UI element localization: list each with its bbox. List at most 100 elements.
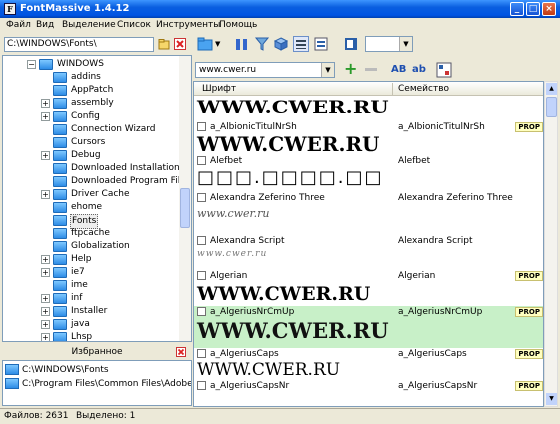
expand-icon[interactable]: +: [41, 112, 50, 121]
tree-scrollbar[interactable]: [179, 56, 191, 341]
preview-text-input[interactable]: www.cwer.ru ▼: [195, 62, 335, 78]
tree-scroll-thumb[interactable]: [180, 188, 190, 228]
menu-selection[interactable]: Выделение: [62, 20, 116, 30]
cube-icon[interactable]: [273, 36, 289, 52]
list-view-icon[interactable]: [293, 36, 309, 52]
font-row-selected[interactable]: a_AlgeriusNrCmUp a_AlgeriusNrCmUp PROP: [194, 306, 543, 318]
folder-icon: [53, 215, 67, 226]
column-family[interactable]: Семейство: [398, 84, 449, 94]
folder-icon: [53, 306, 67, 317]
row-checkbox[interactable]: [197, 271, 206, 280]
uppercase-button[interactable]: AB: [391, 64, 406, 75]
maximize-button[interactable]: □: [526, 2, 540, 16]
clear-path-icon[interactable]: [174, 38, 186, 50]
folder-icon: [5, 378, 19, 389]
font-preview: www.cwer.ru: [197, 207, 270, 220]
font-row[interactable]: a_AlgeriusCapsNr a_AlgeriusCapsNr PROP: [194, 380, 543, 392]
list-header: Шрифт Семейство: [194, 82, 543, 96]
menu-view[interactable]: Вид: [36, 20, 54, 30]
folder-icon: [53, 332, 67, 341]
detail-view-icon[interactable]: [313, 36, 329, 52]
selected-count: Выделено: 1: [76, 411, 136, 421]
font-preview: □□□.□□□□.□□: [197, 167, 384, 188]
font-row[interactable]: Alexandra Script Alexandra Script: [194, 235, 543, 247]
folder-tree[interactable]: − WINDOWS addins AppPatch + assembly + C…: [2, 55, 192, 342]
column-font[interactable]: Шрифт: [202, 84, 236, 94]
chevron-down-icon[interactable]: ▼: [321, 63, 334, 77]
window-title: FontMassive 1.4.12: [20, 3, 130, 14]
favorites-list[interactable]: C:\WINDOWS\Fonts C:\Program Files\Common…: [2, 360, 192, 406]
files-count: Файлов: 2631: [4, 411, 69, 421]
add-icon[interactable]: +: [344, 60, 357, 78]
prop-badge: PROP: [515, 271, 543, 281]
folder-icon: [53, 124, 67, 135]
dropdown-arrow-icon[interactable]: ▼: [215, 40, 220, 48]
filter-icon[interactable]: [254, 36, 270, 52]
expand-icon[interactable]: +: [41, 333, 50, 341]
font-row[interactable]: a_AlgeriusCaps a_AlgeriusCaps PROP: [194, 348, 543, 360]
status-bar: Файлов: 2631 Выделено: 1: [0, 408, 560, 424]
scroll-up-icon[interactable]: ▲: [546, 83, 557, 95]
font-preview: WWW.CWER.RU: [197, 132, 380, 156]
expand-icon[interactable]: +: [41, 320, 50, 329]
menu-list[interactable]: Список: [117, 20, 151, 30]
font-row[interactable]: Algerian Algerian PROP: [194, 270, 543, 282]
list-scrollbar[interactable]: ▲ ▼: [544, 81, 558, 407]
folder-icon: [53, 98, 67, 109]
row-checkbox[interactable]: [197, 122, 206, 131]
chevron-down-icon[interactable]: ▼: [399, 37, 412, 51]
expand-icon[interactable]: +: [41, 255, 50, 264]
expand-icon[interactable]: +: [41, 151, 50, 160]
size-combo[interactable]: ▼: [365, 36, 413, 52]
folder-icon: [5, 364, 19, 375]
charmap-icon[interactable]: [436, 62, 452, 78]
app-icon: F: [4, 3, 16, 15]
prop-badge: PROP: [515, 381, 543, 391]
row-checkbox[interactable]: [197, 193, 206, 202]
columns-icon[interactable]: [234, 36, 250, 52]
open-folder-icon[interactable]: [197, 36, 213, 52]
folder-icon: [53, 176, 67, 187]
info-icon[interactable]: [343, 36, 359, 52]
minimize-button[interactable]: _: [510, 2, 524, 16]
scroll-down-icon[interactable]: ▼: [546, 393, 557, 405]
folder-icon: [53, 254, 67, 265]
folder-icon: [53, 85, 67, 96]
row-checkbox[interactable]: [197, 349, 206, 358]
folder-icon: [39, 59, 53, 70]
row-checkbox[interactable]: [197, 381, 206, 390]
lowercase-button[interactable]: ab: [412, 64, 426, 75]
close-favorites-icon[interactable]: [176, 347, 186, 357]
folder-icon: [53, 150, 67, 161]
prop-badge: PROP: [515, 349, 543, 359]
expand-icon[interactable]: +: [41, 294, 50, 303]
font-list[interactable]: Шрифт Семейство WWW.CWER.RU a_AlbionicTi…: [193, 81, 544, 407]
menu-tools[interactable]: Инструменты: [156, 20, 220, 30]
folder-icon: [53, 293, 67, 304]
favorite-item[interactable]: C:\WINDOWS\Fonts: [5, 364, 109, 377]
prop-badge: PROP: [515, 122, 543, 132]
row-checkbox[interactable]: [197, 156, 206, 165]
font-preview: WWW.CWER.RU: [197, 97, 389, 117]
favorites-header: Избранное: [2, 345, 192, 359]
close-button[interactable]: ×: [542, 2, 556, 16]
expand-icon[interactable]: +: [41, 268, 50, 277]
remove-icon[interactable]: [365, 68, 377, 71]
path-input[interactable]: C:\WINDOWS\Fonts\: [4, 37, 154, 52]
collapse-icon[interactable]: −: [27, 60, 36, 69]
font-row[interactable]: Alefbet Alefbet: [194, 155, 543, 167]
expand-icon[interactable]: +: [41, 99, 50, 108]
menu-file[interactable]: Файл: [6, 20, 31, 30]
expand-icon[interactable]: +: [41, 307, 50, 316]
favorite-item[interactable]: C:\Program Files\Common Files\Adobe\Font…: [5, 378, 191, 391]
font-preview: WWW.CWER.RU: [197, 283, 371, 305]
expand-icon[interactable]: +: [41, 190, 50, 199]
row-checkbox[interactable]: [197, 236, 206, 245]
prop-badge: PROP: [515, 307, 543, 317]
list-scroll-thumb[interactable]: [546, 97, 557, 117]
open-folder-icon[interactable]: [158, 38, 170, 50]
font-row[interactable]: Alexandra Zeferino Three Alexandra Zefer…: [194, 192, 543, 204]
row-checkbox[interactable]: [197, 307, 206, 316]
menu-help[interactable]: Помощь: [219, 20, 257, 30]
folder-icon: [53, 111, 67, 122]
